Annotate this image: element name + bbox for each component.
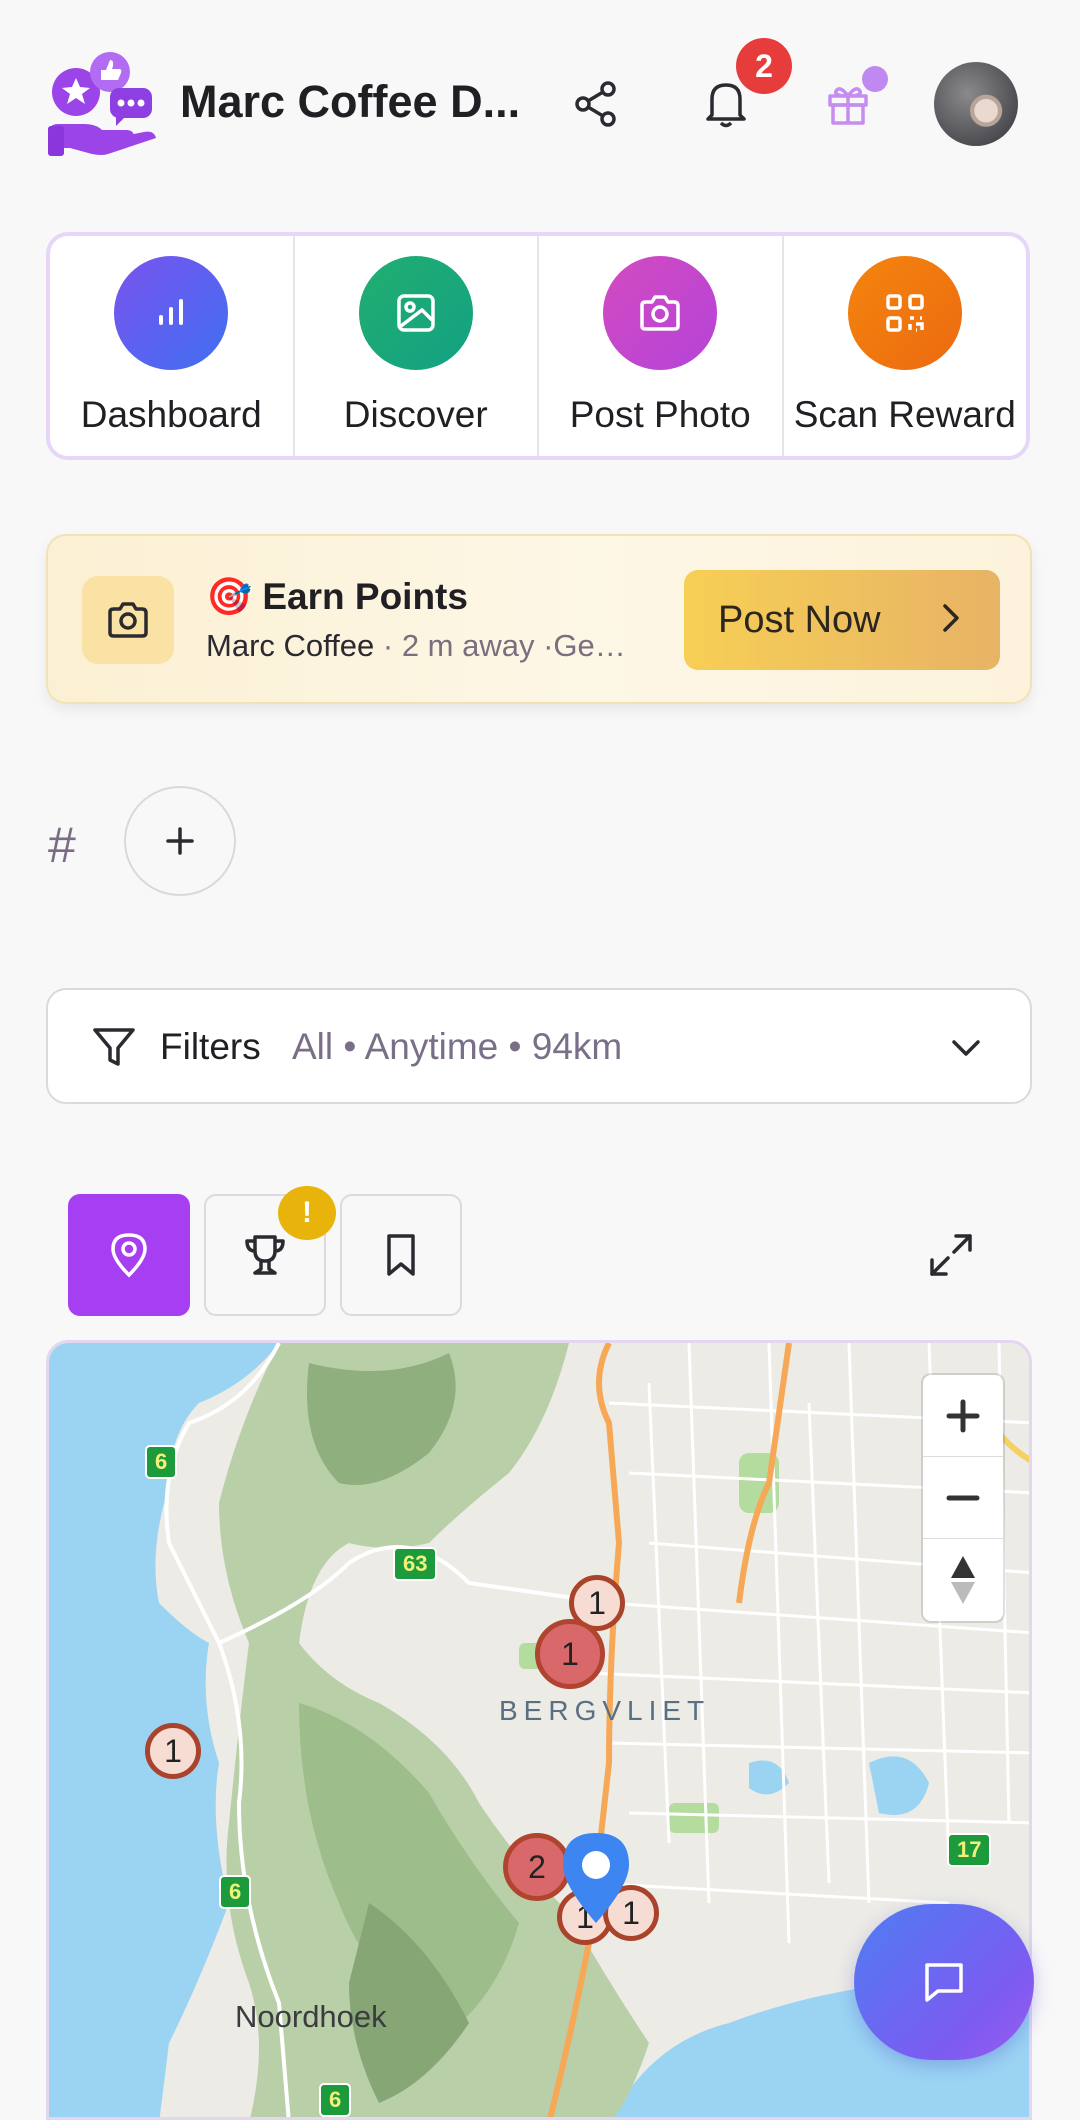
discover-label: Discover xyxy=(343,394,488,435)
quick-actions: Dashboard Discover Post Photo Scan Rewar… xyxy=(46,232,1030,460)
earn-points-title: 🎯 Earn Points xyxy=(206,576,468,619)
post-now-button[interactable]: Post Now xyxy=(684,570,1000,670)
zoom-in-button[interactable] xyxy=(923,1375,1003,1457)
road-shield: 6 xyxy=(219,1875,252,1909)
road-shield: 17 xyxy=(947,1833,992,1867)
earn-points-title-text: Earn Points xyxy=(262,576,468,617)
add-hashtag-button[interactable] xyxy=(124,786,236,896)
bookmark-icon xyxy=(387,1234,415,1276)
earn-points-banner[interactable]: 🎯 Earn Points Marc Coffee · 2 m away ·Ge… xyxy=(46,534,1032,704)
plus-icon xyxy=(946,1399,980,1432)
earn-points-subtitle: Marc Coffee · 2 m away ·Ge… xyxy=(206,628,646,664)
app-title: Marc Coffee D... xyxy=(180,76,521,127)
compass-icon xyxy=(951,1556,975,1604)
place-name: Marc Coffee xyxy=(206,628,375,663)
bar-chart-icon xyxy=(114,256,229,370)
chevron-down-icon xyxy=(950,1038,982,1058)
avatar[interactable] xyxy=(934,62,1018,146)
post-now-label: Post Now xyxy=(718,598,881,641)
map-view-tab[interactable] xyxy=(68,1194,190,1316)
camera-icon xyxy=(603,256,718,370)
qr-code-icon xyxy=(847,256,962,370)
message-icon xyxy=(925,1963,963,2002)
current-location-pin xyxy=(557,1829,635,1925)
place-details: · 2 m away ·Ge… xyxy=(374,628,626,663)
post-photo-button[interactable]: Post Photo xyxy=(539,236,784,456)
trophy-icon xyxy=(245,1235,285,1275)
filters-bar[interactable]: Filters All • Anytime • 94km xyxy=(46,988,1032,1104)
minus-icon xyxy=(946,1495,980,1500)
map-cluster[interactable]: 1 xyxy=(535,1619,605,1689)
filter-icon xyxy=(92,1026,136,1068)
saved-tab[interactable] xyxy=(340,1194,462,1316)
map-pin-icon xyxy=(111,1233,147,1278)
camera-icon xyxy=(82,576,174,664)
filters-label: Filters xyxy=(160,1026,261,1067)
road-shield: 6 xyxy=(319,2083,352,2117)
hashtag-symbol: # xyxy=(48,817,76,873)
discover-button[interactable]: Discover xyxy=(295,236,539,456)
warning-badge: ! xyxy=(278,1186,336,1240)
zoom-out-button[interactable] xyxy=(923,1457,1003,1539)
zoom-controls xyxy=(923,1375,1003,1621)
post-photo-label: Post Photo xyxy=(569,394,751,435)
image-icon xyxy=(358,256,473,370)
compass-button[interactable] xyxy=(923,1539,1003,1621)
dashboard-button[interactable]: Dashboard xyxy=(50,236,295,456)
gift-dot xyxy=(862,66,888,92)
filters-summary: All • Anytime • 94km xyxy=(292,1026,623,1067)
app-logo-icon xyxy=(46,50,158,160)
place-label-noordhoek: Noordhoek xyxy=(235,1999,387,2034)
scan-reward-label: Scan Reward xyxy=(793,394,1016,435)
target-icon: 🎯 xyxy=(206,576,253,617)
map-cluster[interactable]: 1 xyxy=(145,1723,201,1779)
scan-reward-button[interactable]: Scan Reward xyxy=(784,236,1027,456)
expand-icon[interactable] xyxy=(928,1232,974,1278)
chat-button[interactable] xyxy=(854,1904,1034,2060)
share-icon[interactable] xyxy=(560,68,632,140)
road-shield: 63 xyxy=(393,1547,438,1581)
place-label-bergvliet: BERGVLIET xyxy=(499,1695,711,1726)
road-shield: 6 xyxy=(145,1445,178,1479)
notification-badge: 2 xyxy=(736,38,792,94)
plus-icon xyxy=(166,827,194,855)
dashboard-label: Dashboard xyxy=(80,394,262,435)
chevron-right-icon xyxy=(940,600,962,636)
